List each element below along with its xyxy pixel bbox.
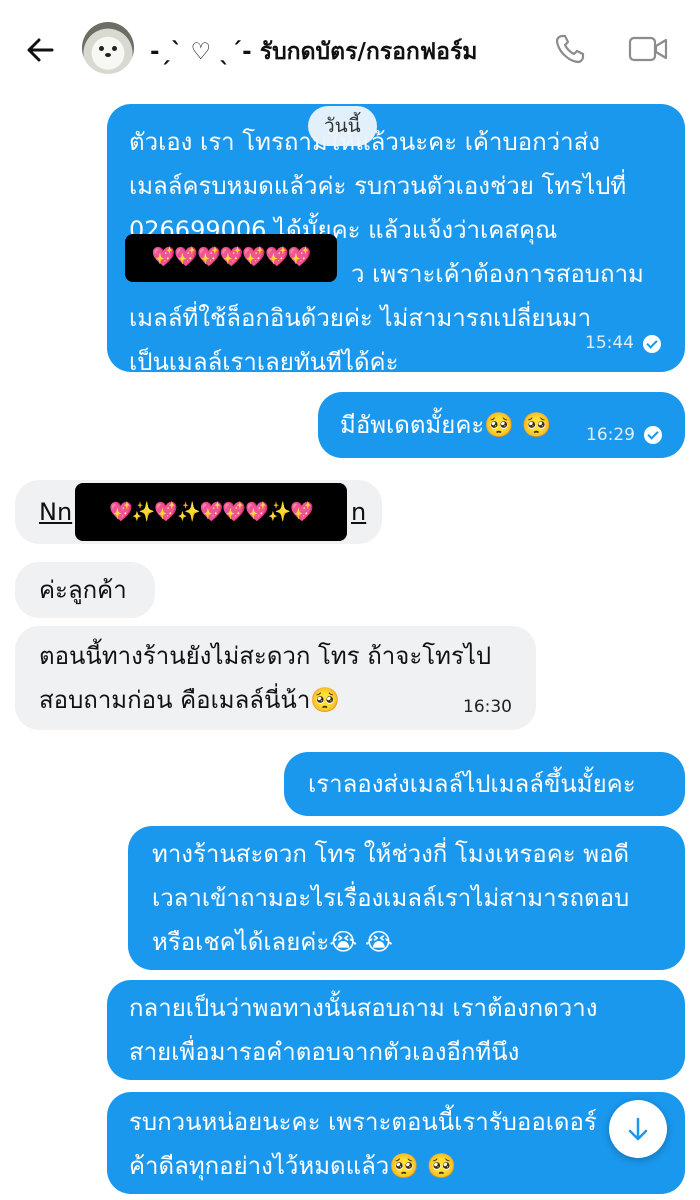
- message-line: สอบถามก่อน คือเมลล์นี่น้า🥺: [39, 686, 341, 714]
- message-bubble-outgoing[interactable]: รบกวนหน่อยนะคะ เพราะตอนนี้เรารับออเดอร์ …: [107, 1092, 685, 1194]
- scroll-to-bottom-button[interactable]: [609, 1100, 667, 1158]
- message-time: 16:29: [586, 425, 635, 445]
- avatar-nose: [105, 53, 111, 57]
- message-bubble-incoming[interactable]: ค่ะลูกค้า: [15, 562, 155, 618]
- back-arrow-icon[interactable]: [22, 32, 58, 68]
- message-bubble-outgoing[interactable]: ทางร้านสะดวก โทร ให้ช่วงกี่ โมงเหรอคะ พอ…: [128, 826, 685, 970]
- message-line: หรือเชคได้เลยค่ะ😭 😭: [152, 928, 393, 956]
- message-bubble-incoming[interactable]: Nn n 💖✨💖✨💖💖💖✨💖: [15, 480, 382, 544]
- message-bubble-incoming[interactable]: ตอนนี้ทางร้านยังไม่สะดวก โทร ถ้าจะโทรไป …: [15, 626, 536, 730]
- date-separator: วันนี้: [308, 106, 377, 146]
- redaction-block: 💖💖💖💖💖💖💖: [125, 234, 337, 282]
- message-line: เวลาเข้าถามอะไรเรื่องเมลล์เราไม่สามารถตอ…: [152, 884, 630, 912]
- message-line: ตอนนี้ทางร้านยังไม่สะดวก โทร ถ้าจะโทรไป: [39, 642, 492, 670]
- avatar-eye: [112, 46, 117, 51]
- phone-call-icon[interactable]: [553, 32, 587, 66]
- message-line: เมลล์ครบหมดแล้วค่ะ รบกวนตัวเองช่วย โทรไป…: [129, 172, 627, 200]
- message-line: ทางร้านสะดวก โทร ให้ช่วงกี่ โมงเหรอคะ พอ…: [152, 840, 630, 868]
- message-line: รบกวนหน่อยนะคะ เพราะตอนนี้เรารับออเดอร์: [129, 1108, 597, 1136]
- redaction-block: 💖✨💖✨💖💖💖✨💖: [75, 483, 347, 541]
- message-line: กลายเป็นว่าพอทางนั้นสอบถาม เราต้องกดวาง: [129, 994, 598, 1022]
- message-time: 15:44: [585, 333, 634, 353]
- message-line: ค้าดีลทุกอย่างไว้หมดแล้ว🥺 🥺: [129, 1152, 457, 1180]
- message-bubble-outgoing[interactable]: ตัวเอง เรา โทรถามให้แล้วนะคะ เค้าบอกว่าส…: [107, 104, 685, 376]
- arrow-down-icon: [628, 1117, 648, 1141]
- avatar-eye: [99, 46, 104, 51]
- read-receipt-icon: [644, 426, 662, 444]
- message-bubble-outgoing[interactable]: เราลองส่งเมลล์ไปเมลล์ขึ้นมั้ยคะ: [284, 752, 685, 816]
- message-time: 16:30: [463, 697, 512, 717]
- message-text: ค่ะลูกค้า: [39, 576, 127, 604]
- message-text: เราลองส่งเมลล์ไปเมลล์ขึ้นมั้ยคะ: [308, 770, 636, 798]
- message-bubble-outgoing[interactable]: มีอัพเดตมั้ยคะ🥺 🥺 16:29: [318, 392, 685, 458]
- contact-name[interactable]: -ˏˋ ♡ ˎˊ- รับกดบัตร/กรอกฟอร์ม: [150, 34, 477, 70]
- message-line: ตัวเอง เรา โทรถามให้แล้วนะคะ เค้าบอกว่าส…: [129, 128, 600, 156]
- message-bubble-outgoing[interactable]: กลายเป็นว่าพอทางนั้นสอบถาม เราต้องกดวาง …: [107, 980, 685, 1080]
- chat-header: -ˏˋ ♡ ˎˊ- รับกดบัตร/กรอกฟอร์ม: [0, 0, 700, 100]
- avatar[interactable]: [82, 22, 134, 74]
- email-link-prefix[interactable]: Nn: [39, 498, 72, 526]
- message-line: สายเพื่อมารอคำตอบจากตัวเองอีกทีนึง: [129, 1038, 520, 1066]
- read-receipt-icon: [643, 335, 661, 353]
- video-call-icon[interactable]: [628, 34, 668, 64]
- email-link-suffix[interactable]: n: [351, 490, 366, 534]
